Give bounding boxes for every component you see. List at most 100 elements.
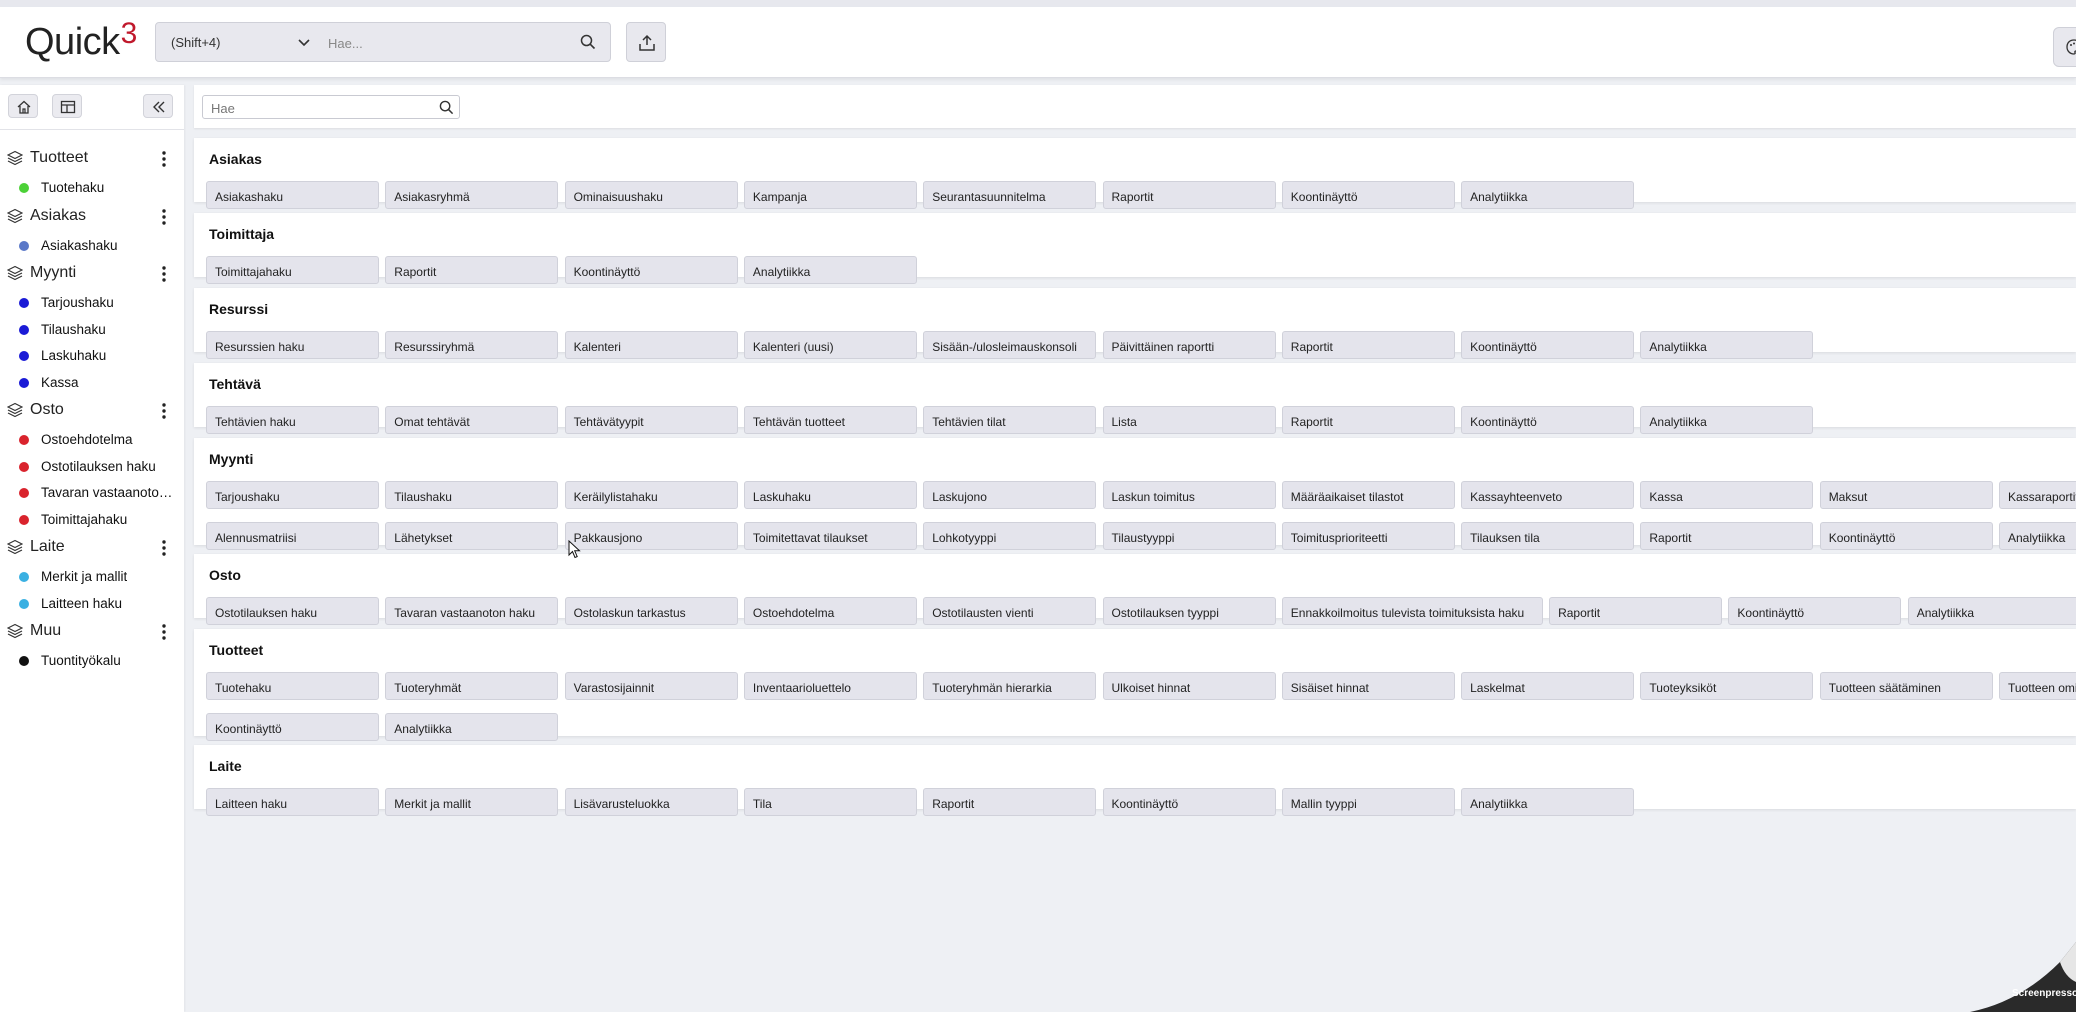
search-input[interactable]	[326, 27, 570, 59]
module-button-tehtavien-tilat[interactable]: Tehtävien tilat	[923, 406, 1097, 434]
module-button-kassayhteenveto[interactable]: Kassayhteenveto	[1461, 481, 1635, 509]
sidebar-item-kassa[interactable]: Kassa	[0, 369, 184, 396]
module-button-ostotilausten-vienti[interactable]: Ostotilausten vienti	[923, 597, 1097, 625]
sidebar-group-muu[interactable]: Muu	[0, 616, 184, 647]
more-vertical-icon[interactable]	[158, 538, 170, 558]
sidebar-group-osto[interactable]: Osto	[0, 395, 184, 426]
module-button-tuotteen-saataminen[interactable]: Tuotteen säätäminen	[1819, 672, 1993, 700]
sidebar-group-tuotteet[interactable]: Tuotteet	[0, 143, 184, 174]
module-button-koontinaytto[interactable]: Koontinäyttö	[1728, 597, 1902, 625]
sidebar-item-laskuhaku[interactable]: Laskuhaku	[0, 342, 184, 369]
module-button-koontinaytto[interactable]: Koontinäyttö	[564, 256, 738, 284]
module-button-sisaan-ulosleimauskonsoli[interactable]: Sisään-/ulosleimauskonsoli	[923, 331, 1097, 359]
module-button-tuoteyksikot[interactable]: Tuoteyksiköt	[1640, 672, 1814, 700]
module-button-kerailylistahaku[interactable]: Keräilylistahaku	[564, 481, 738, 509]
sidebar-group-asiakas[interactable]: Asiakas	[0, 201, 184, 232]
module-button-merkit-ja-mallit[interactable]: Merkit ja mallit	[385, 788, 559, 816]
module-button-laskujono[interactable]: Laskujono	[923, 481, 1097, 509]
module-button-raportit[interactable]: Raportit	[1281, 406, 1455, 434]
module-button-tavaran-vastaanoton-haku[interactable]: Tavaran vastaanoton haku	[385, 597, 559, 625]
sidebar-item-merkit-ja-mallit[interactable]: Merkit ja mallit	[0, 563, 184, 590]
module-button-toimittajahaku[interactable]: Toimittajahaku	[206, 256, 379, 284]
more-vertical-icon[interactable]	[158, 264, 170, 284]
module-button-analytiikka[interactable]: Analytiikka	[1461, 788, 1635, 816]
app-logo[interactable]: Quick3	[25, 19, 137, 62]
module-button-tuotehaku[interactable]: Tuotehaku	[206, 672, 379, 700]
theme-button[interactable]	[2053, 27, 2076, 67]
module-button-ulkoiset-hinnat[interactable]: Ulkoiset hinnat	[1102, 672, 1276, 700]
module-button-koontinaytto[interactable]: Koontinäyttö	[1281, 181, 1455, 209]
module-button-tilaustyyppi[interactable]: Tilaustyyppi	[1102, 522, 1276, 550]
sidebar-item-tuotehaku[interactable]: Tuotehaku	[0, 174, 184, 201]
module-button-koontinaytto[interactable]: Koontinäyttö	[1461, 406, 1635, 434]
module-button-omat-tehtavat[interactable]: Omat tehtävät	[385, 406, 559, 434]
module-button-asiakashaku[interactable]: Asiakashaku	[206, 181, 379, 209]
module-button-raportit[interactable]: Raportit	[1640, 522, 1814, 550]
module-button-laitteen-haku[interactable]: Laitteen haku	[206, 788, 379, 816]
module-button-analytiikka[interactable]: Analytiikka	[385, 713, 559, 741]
module-button-tehtavatyypit[interactable]: Tehtävätyypit	[564, 406, 738, 434]
module-button-kampanja[interactable]: Kampanja	[743, 181, 917, 209]
module-button-kassaraportit[interactable]: Kassaraportit	[1999, 481, 2076, 509]
module-button-tila[interactable]: Tila	[743, 788, 917, 816]
module-button-resurssien-haku[interactable]: Resurssien haku	[206, 331, 379, 359]
module-button-tarjoushaku[interactable]: Tarjoushaku	[206, 481, 379, 509]
module-button-kalenteri-uusi[interactable]: Kalenteri (uusi)	[743, 331, 917, 359]
module-button-raportit[interactable]: Raportit	[923, 788, 1097, 816]
export-button[interactable]	[626, 22, 666, 62]
module-button-resurssiryhma[interactable]: Resurssiryhmä	[385, 331, 559, 359]
module-button-raportit[interactable]: Raportit	[1102, 181, 1276, 209]
module-button-tilaushaku[interactable]: Tilaushaku	[385, 481, 559, 509]
module-button-koontinaytto[interactable]: Koontinäyttö	[1461, 331, 1635, 359]
layout-button[interactable]	[52, 94, 82, 118]
module-button-ostolaskun-tarkastus[interactable]: Ostolaskun tarkastus	[564, 597, 738, 625]
module-button-laskelmat[interactable]: Laskelmat	[1461, 672, 1635, 700]
module-button-tuoteryhmat[interactable]: Tuoteryhmät	[385, 672, 559, 700]
module-button-tehtavien-haku[interactable]: Tehtävien haku	[206, 406, 379, 434]
module-button-asiakasryhma[interactable]: Asiakasryhmä	[385, 181, 559, 209]
more-vertical-icon[interactable]	[158, 622, 170, 642]
module-button-kalenteri[interactable]: Kalenteri	[564, 331, 738, 359]
module-button-tilauksen-tila[interactable]: Tilauksen tila	[1461, 522, 1635, 550]
sidebar-item-tarjoushaku[interactable]: Tarjoushaku	[0, 289, 184, 316]
module-button-sisaiset-hinnat[interactable]: Sisäiset hinnat	[1281, 672, 1455, 700]
module-button-analytiikka[interactable]: Analytiikka	[743, 256, 917, 284]
sidebar-item-tilaushaku[interactable]: Tilaushaku	[0, 316, 184, 343]
module-button-tuoteryhman-hierarkia[interactable]: Tuoteryhmän hierarkia	[923, 672, 1097, 700]
module-button-analytiikka[interactable]: Analytiikka	[1999, 522, 2076, 550]
module-button-tehtavan-tuotteet[interactable]: Tehtävän tuotteet	[743, 406, 917, 434]
sidebar-item-laitteen-haku[interactable]: Laitteen haku	[0, 590, 184, 617]
module-button-toimitusprioriteetti[interactable]: Toimitusprioriteetti	[1281, 522, 1455, 550]
module-button-lista[interactable]: Lista	[1102, 406, 1276, 434]
module-button-laskun-toimitus[interactable]: Laskun toimitus	[1102, 481, 1276, 509]
module-button-seurantasuunnitelma[interactable]: Seurantasuunnitelma	[923, 181, 1097, 209]
module-button-ostotilauksen-haku[interactable]: Ostotilauksen haku	[206, 597, 379, 625]
module-button-koontinaytto[interactable]: Koontinäyttö	[1819, 522, 1993, 550]
sidebar-item-ostoehdotelma[interactable]: Ostoehdotelma	[0, 426, 184, 453]
more-vertical-icon[interactable]	[158, 207, 170, 227]
module-button-laskuhaku[interactable]: Laskuhaku	[743, 481, 917, 509]
module-button-analytiikka[interactable]: Analytiikka	[1461, 181, 1635, 209]
search-icon[interactable]	[439, 100, 454, 115]
module-button-toimitettavat-tilaukset[interactable]: Toimitettavat tilaukset	[743, 522, 917, 550]
sidebar-item-asiakashaku[interactable]: Asiakashaku	[0, 232, 184, 259]
module-button-kassa[interactable]: Kassa	[1640, 481, 1814, 509]
module-button-analytiikka[interactable]: Analytiikka	[1640, 331, 1814, 359]
sidebar-item-tavaran-vastaanoto[interactable]: Tavaran vastaanoto…	[0, 479, 184, 506]
module-button-ennakkoilmoitus-tulevista-toimituksista-haku[interactable]: Ennakkoilmoitus tulevista toimituksista …	[1281, 597, 1543, 625]
sidebar-item-ostotilauksen-haku[interactable]: Ostotilauksen haku	[0, 453, 184, 480]
search-scope-select[interactable]: (Shift+4)	[156, 23, 321, 61]
module-button-lisavarusteluokka[interactable]: Lisävarusteluokka	[564, 788, 738, 816]
module-button-alennusmatriisi[interactable]: Alennusmatriisi	[206, 522, 379, 550]
search-icon[interactable]	[580, 34, 596, 50]
module-button-maaraaikaiset-tilastot[interactable]: Määräaikaiset tilastot	[1281, 481, 1455, 509]
module-button-ostoehdotelma[interactable]: Ostoehdotelma	[743, 597, 917, 625]
module-button-maksut[interactable]: Maksut	[1819, 481, 1993, 509]
more-vertical-icon[interactable]	[158, 401, 170, 421]
module-button-mallin-tyyppi[interactable]: Mallin tyyppi	[1281, 788, 1455, 816]
sidebar-item-tuontityokalu[interactable]: Tuontityökalu	[0, 647, 184, 674]
module-button-lohkotyyppi[interactable]: Lohkotyyppi	[923, 522, 1097, 550]
home-button[interactable]	[8, 94, 38, 118]
module-button-koontinaytto[interactable]: Koontinäyttö	[206, 713, 379, 741]
module-button-raportit[interactable]: Raportit	[1281, 331, 1455, 359]
